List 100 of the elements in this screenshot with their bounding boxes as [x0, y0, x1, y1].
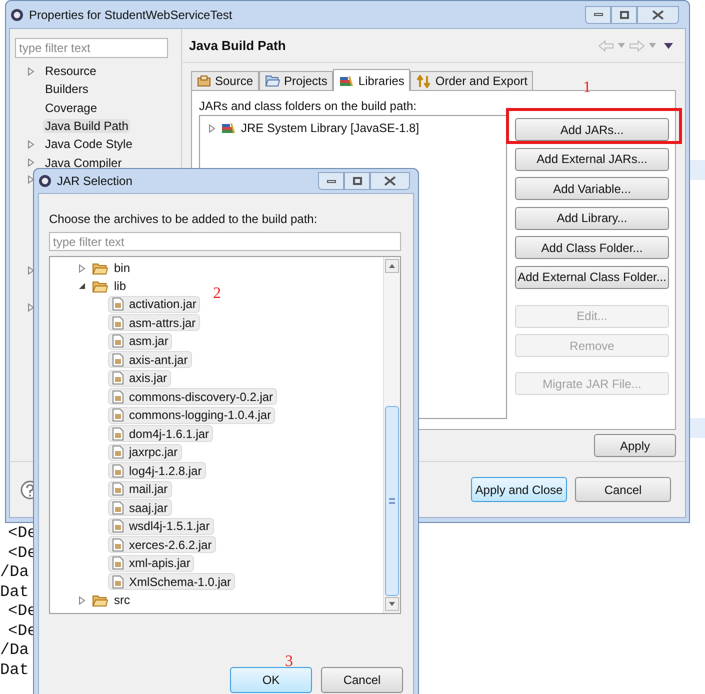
tree-item[interactable]: asm.jar — [108, 332, 172, 350]
dialog-button[interactable]: Cancel — [321, 667, 403, 693]
dialog-title: JAR Selection — [57, 173, 132, 190]
expand-arrow-icon[interactable] — [27, 266, 35, 275]
expand-arrow-icon[interactable] — [208, 124, 216, 132]
tree-item[interactable]: mail.jar — [108, 480, 172, 498]
tree-item[interactable]: axis.jar — [108, 370, 172, 387]
scrollbar[interactable] — [383, 257, 400, 613]
tree-item[interactable]: saaj.jar — [108, 499, 172, 516]
scroll-thumb[interactable] — [385, 406, 399, 596]
tree-item[interactable]: src — [114, 591, 130, 609]
file-icon — [112, 538, 124, 552]
minimize-button[interactable] — [585, 6, 611, 24]
annotation-number: 2 — [213, 284, 221, 304]
file-icon — [112, 408, 124, 422]
code-line: /Da — [0, 563, 30, 582]
file-icon — [112, 482, 124, 496]
expand-arrow-icon[interactable] — [78, 596, 86, 604]
file-icon — [112, 334, 124, 348]
library-action-button[interactable]: Add External JARs... — [515, 148, 669, 170]
file-icon — [112, 352, 124, 367]
dropdown-icon[interactable] — [618, 43, 625, 48]
books-icon — [221, 122, 236, 134]
dialog-button[interactable]: Cancel — [575, 477, 671, 502]
tree-item[interactable]: jaxrpc.jar — [108, 444, 182, 461]
filter-field[interactable]: type filter text — [15, 38, 168, 58]
tree-item[interactable]: commons-discovery-0.2.jar — [108, 388, 278, 406]
file-icon — [112, 445, 124, 460]
tree-item[interactable]: wsdl4j-1.5.1.jar — [108, 518, 214, 535]
scroll-down-icon[interactable] — [389, 602, 395, 606]
tree-item[interactable]: dom4j-1.6.1.jar — [108, 425, 214, 442]
tree-item[interactable]: activation.jar — [108, 296, 200, 313]
folder-icon — [92, 262, 108, 274]
folder-icon — [92, 280, 108, 292]
code-line: Dat — [0, 582, 30, 602]
file-icon — [112, 519, 124, 534]
sidebar-item[interactable]: Resource — [43, 64, 98, 78]
file-icon — [112, 556, 124, 570]
apply-button[interactable]: Apply — [594, 434, 676, 457]
library-action-button[interactable]: Add External Class Folder... — [515, 266, 669, 288]
sidebar-item[interactable]: Java Code Style — [43, 137, 134, 152]
tree-item[interactable]: commons-logging-1.0.4.jar — [108, 406, 276, 424]
sidebar-item[interactable]: Java Compiler — [43, 156, 124, 170]
file-icon — [112, 371, 124, 386]
tree-item[interactable]: lib — [114, 277, 126, 295]
dialog-button[interactable]: OK — [230, 667, 312, 693]
expand-arrow-icon[interactable] — [78, 264, 86, 272]
annotation-number: 1 — [583, 78, 591, 98]
expand-arrow-icon[interactable] — [27, 66, 35, 76]
library-action-button[interactable]: Add Variable... — [515, 177, 669, 200]
sidebar-item[interactable]: Builders — [43, 82, 90, 96]
library-action-button[interactable]: Add JARs... — [515, 118, 669, 141]
tree-item[interactable]: JRE System Library [JavaSE-1.8] — [241, 119, 420, 137]
file-icon — [112, 316, 124, 330]
list-caption: JARs and class folders on the build path: — [199, 98, 418, 115]
dropdown-icon[interactable] — [649, 43, 656, 48]
books-icon — [339, 74, 354, 86]
tree-item[interactable]: xml-apis.jar — [108, 554, 194, 572]
close-icon — [384, 176, 396, 186]
sidebar-item[interactable]: Java Build Path — [43, 119, 130, 134]
up-down-arrows-icon — [416, 74, 432, 88]
maximize-button[interactable] — [344, 172, 370, 190]
folder-icon — [265, 75, 280, 87]
dialog-caption: Choose the archives to be added to the build path: — [49, 211, 318, 228]
tab[interactable]: Source — [191, 71, 260, 90]
expand-arrow-icon[interactable] — [27, 302, 35, 312]
tree-item[interactable]: axis-ant.jar — [108, 351, 192, 368]
file-icon — [112, 464, 124, 478]
tab[interactable]: Libraries — [333, 69, 410, 91]
close-icon — [652, 10, 664, 20]
tree-item[interactable]: asm-attrs.jar — [108, 314, 200, 332]
tree-item[interactable]: log4j-1.2.8.jar — [108, 462, 206, 480]
dialog-button[interactable]: Apply and Close — [471, 477, 567, 502]
expanded-arrow-icon[interactable] — [78, 282, 86, 290]
package-icon — [197, 75, 211, 87]
close-button[interactable] — [637, 6, 679, 24]
window-title: Properties for StudentWebServiceTest — [29, 6, 232, 24]
sidebar-item[interactable]: Coverage — [43, 100, 100, 115]
file-icon — [112, 390, 124, 404]
folder-icon — [92, 594, 108, 606]
tree-item[interactable]: XmlSchema-1.0.jar — [108, 573, 236, 590]
menu-icon[interactable] — [664, 42, 673, 48]
file-icon — [112, 574, 124, 589]
background-panel — [690, 418, 705, 438]
page-title: Java Build Path — [189, 36, 286, 55]
scroll-up-icon[interactable] — [389, 264, 395, 268]
tree-item[interactable]: xerces-2.6.2.jar — [108, 536, 216, 554]
gear-icon — [10, 8, 24, 22]
library-action-button[interactable]: Add Library... — [515, 206, 669, 230]
library-action-button[interactable]: Add Class Folder... — [515, 236, 669, 259]
gear-icon — [38, 174, 52, 188]
filter-field[interactable]: type filter text — [49, 232, 401, 251]
tab[interactable]: Projects — [259, 71, 334, 90]
file-icon — [112, 500, 124, 515]
close-button[interactable] — [370, 172, 410, 190]
tree-item[interactable]: bin — [114, 259, 130, 277]
code-line: Dat — [0, 660, 30, 680]
maximize-button[interactable] — [611, 6, 637, 24]
minimize-button[interactable] — [318, 172, 344, 190]
tab[interactable]: Order and Export — [410, 71, 534, 90]
